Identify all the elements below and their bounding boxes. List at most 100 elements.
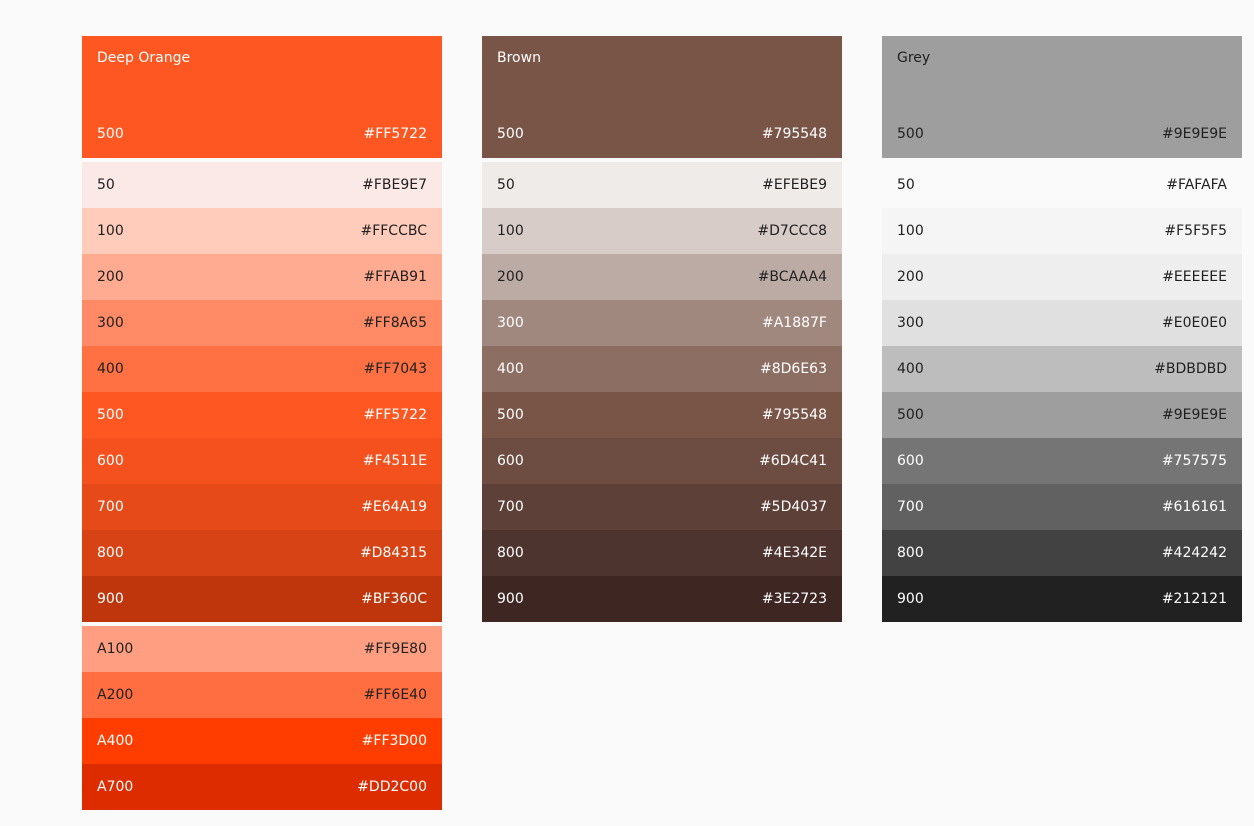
shade-row-300: 300 #FF8A65 <box>82 300 442 346</box>
hex-code: #FF9E80 <box>363 641 427 657</box>
shade-list: 50 #FBE9E7 100 #FFCCBC 200 #FFAB91 300 #FF8A… <box>82 162 442 622</box>
accent-row-a100: A100 #FF9E80 <box>82 626 442 672</box>
shade-label: 900 <box>897 591 924 607</box>
primary-shade-row: 500 #FF5722 <box>97 126 427 142</box>
shade-list: 50 #EFEBE9 100 #D7CCC8 200 #BCAAA4 300 #A188… <box>482 162 842 622</box>
shade-row-300: 300 #A1887F <box>482 300 842 346</box>
hex-code: #FAFAFA <box>1166 177 1227 193</box>
hex-code: #616161 <box>1161 499 1227 515</box>
hex-code: #FF5722 <box>363 407 427 423</box>
shade-label: 50 <box>497 177 515 193</box>
hex-code: #E0E0E0 <box>1162 315 1227 331</box>
hex-code: #5D4037 <box>759 499 827 515</box>
palette-header: Grey 500 #9E9E9E <box>882 36 1242 158</box>
shade-row-500: 500 #9E9E9E <box>882 392 1242 438</box>
hex-code: #F4511E <box>362 453 427 469</box>
shade-label: 300 <box>497 315 524 331</box>
shade-label: 700 <box>97 499 124 515</box>
hex-code: #BDBDBD <box>1154 361 1227 377</box>
shade-label: 500 <box>497 126 524 142</box>
shade-row-500: 500 #795548 <box>482 392 842 438</box>
shade-label: A200 <box>97 687 134 703</box>
hex-code: #FF8A65 <box>362 315 427 331</box>
shade-row-200: 200 #FFAB91 <box>82 254 442 300</box>
shade-label: 600 <box>897 453 924 469</box>
shade-row-900: 900 #212121 <box>882 576 1242 622</box>
hex-code: #D84315 <box>359 545 427 561</box>
shade-label: 700 <box>897 499 924 515</box>
hex-code: #FF6E40 <box>363 687 427 703</box>
shade-row-50: 50 #EFEBE9 <box>482 162 842 208</box>
palette-header: Deep Orange 500 #FF5722 <box>82 36 442 158</box>
shade-row-600: 600 #F4511E <box>82 438 442 484</box>
shade-label: 100 <box>497 223 524 239</box>
primary-shade-row: 500 #9E9E9E <box>897 126 1227 142</box>
hex-code: #F5F5F5 <box>1164 223 1227 239</box>
hex-code: #D7CCC8 <box>757 223 827 239</box>
shade-row-900: 900 #BF360C <box>82 576 442 622</box>
hex-code: #795548 <box>761 126 827 142</box>
shade-label: 400 <box>497 361 524 377</box>
shade-row-50: 50 #FAFAFA <box>882 162 1242 208</box>
hex-code: #FF7043 <box>363 361 427 377</box>
accent-row-a200: A200 #FF6E40 <box>82 672 442 718</box>
shade-row-200: 200 #BCAAA4 <box>482 254 842 300</box>
shade-row-900: 900 #3E2723 <box>482 576 842 622</box>
shade-label: 800 <box>497 545 524 561</box>
shade-label: 500 <box>897 407 924 423</box>
hex-code: #FF5722 <box>363 126 427 142</box>
hex-code: #424242 <box>1161 545 1227 561</box>
shade-label: 400 <box>897 361 924 377</box>
hex-code: #EEEEEE <box>1162 269 1227 285</box>
shade-label: 200 <box>497 269 524 285</box>
shade-row-400: 400 #8D6E63 <box>482 346 842 392</box>
shade-row-100: 100 #FFCCBC <box>82 208 442 254</box>
hex-code: #8D6E63 <box>760 361 827 377</box>
shade-label: 500 <box>97 126 124 142</box>
shade-row-50: 50 #FBE9E7 <box>82 162 442 208</box>
shade-label: 600 <box>497 453 524 469</box>
shade-row-700: 700 #5D4037 <box>482 484 842 530</box>
shade-label: 300 <box>97 315 124 331</box>
shade-label: 200 <box>897 269 924 285</box>
hex-code: #FBE9E7 <box>362 177 427 193</box>
hex-code: #E64A19 <box>361 499 427 515</box>
shade-label: 800 <box>97 545 124 561</box>
shade-row-400: 400 #FF7043 <box>82 346 442 392</box>
hex-code: #6D4C41 <box>759 453 827 469</box>
color-palette-page: Deep Orange 500 #FF5722 50 #FBE9E7 100 #FF… <box>0 0 1254 826</box>
palette-name: Grey <box>897 50 931 66</box>
shade-row-300: 300 #E0E0E0 <box>882 300 1242 346</box>
shade-label: 100 <box>897 223 924 239</box>
hex-code: #FFAB91 <box>363 269 427 285</box>
shade-row-800: 800 #4E342E <box>482 530 842 576</box>
hex-code: #DD2C00 <box>357 779 427 795</box>
shade-row-800: 800 #424242 <box>882 530 1242 576</box>
primary-shade-row: 500 #795548 <box>497 126 827 142</box>
palette-name: Brown <box>497 50 541 66</box>
accent-list: A100 #FF9E80 A200 #FF6E40 A400 #FF3D00 A700… <box>82 626 442 810</box>
shade-row-400: 400 #BDBDBD <box>882 346 1242 392</box>
shade-label: 900 <box>497 591 524 607</box>
shade-row-100: 100 #D7CCC8 <box>482 208 842 254</box>
hex-code: #BF360C <box>361 591 427 607</box>
hex-code: #FF3D00 <box>361 733 427 749</box>
hex-code: #BCAAA4 <box>757 269 827 285</box>
shade-label: 600 <box>97 453 124 469</box>
hex-code: #757575 <box>1161 453 1227 469</box>
palette-deep-orange: Deep Orange 500 #FF5722 50 #FBE9E7 100 #FF… <box>82 36 442 810</box>
hex-code: #795548 <box>761 407 827 423</box>
palette-header: Brown 500 #795548 <box>482 36 842 158</box>
shade-row-700: 700 #E64A19 <box>82 484 442 530</box>
shade-label: A100 <box>97 641 134 657</box>
shade-label: 300 <box>897 315 924 331</box>
shade-row-200: 200 #EEEEEE <box>882 254 1242 300</box>
shade-label: 200 <box>97 269 124 285</box>
shade-list: 50 #FAFAFA 100 #F5F5F5 200 #EEEEEE 300 #E0E0… <box>882 162 1242 622</box>
shade-label: 700 <box>497 499 524 515</box>
shade-label: 800 <box>897 545 924 561</box>
shade-label: 500 <box>497 407 524 423</box>
shade-label: 500 <box>897 126 924 142</box>
shade-label: A700 <box>97 779 134 795</box>
hex-code: #3E2723 <box>761 591 827 607</box>
